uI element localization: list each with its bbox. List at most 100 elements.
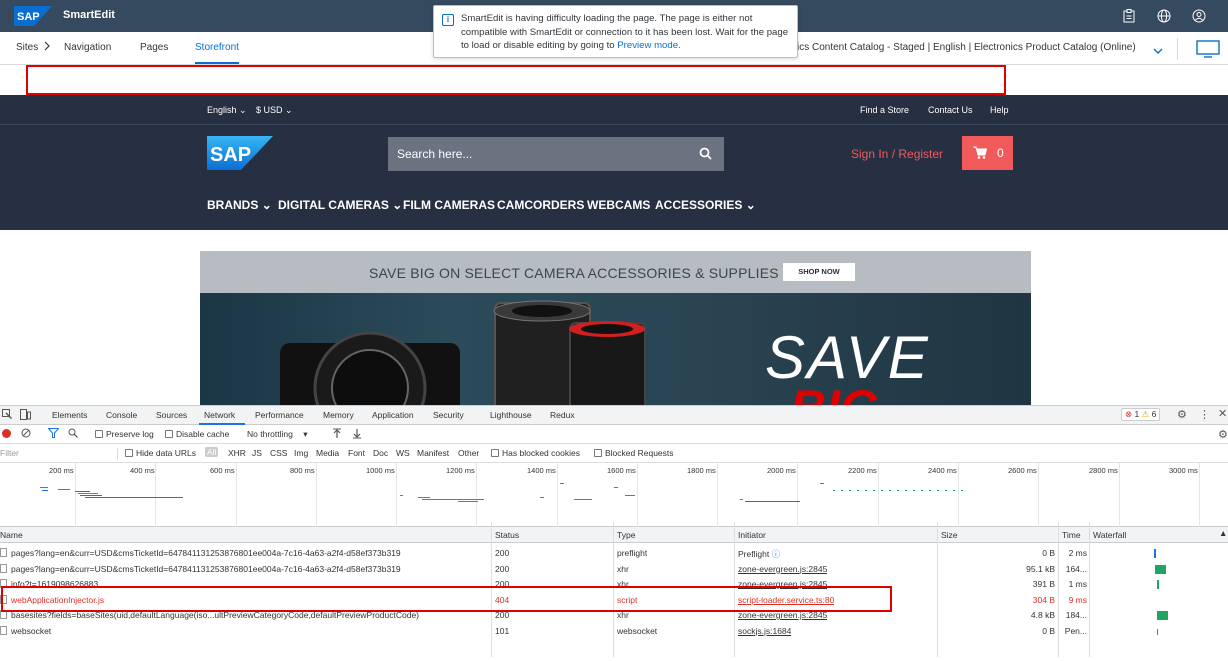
sap-logo-icon[interactable]: SAP xyxy=(14,6,52,26)
checkbox-icon xyxy=(125,449,133,457)
table-row[interactable]: pages?lang=en&curr=USD&cmsTicketId=64784… xyxy=(0,562,1228,578)
column-header-status[interactable]: Status xyxy=(495,530,519,540)
filter-type-all[interactable]: All xyxy=(205,447,219,457)
timeline-bar xyxy=(85,497,183,498)
row-name: websocket xyxy=(0,625,488,636)
timeline-bar xyxy=(614,487,618,488)
filter-type-ws[interactable]: WS xyxy=(396,448,410,458)
category-digital-cameras[interactable]: DIGITAL CAMERAS ⌄ xyxy=(278,198,402,212)
timeline-bar xyxy=(574,499,592,500)
chevron-down-icon: ⌄ xyxy=(392,198,403,212)
inspect-element-icon[interactable] xyxy=(2,409,12,421)
promo-banner-image[interactable]: SAVE BIG xyxy=(200,293,1031,405)
currency-selector[interactable]: $ USD ⌄ xyxy=(256,105,293,116)
filter-type-img[interactable]: Img xyxy=(294,448,308,458)
column-header-type[interactable]: Type xyxy=(617,530,635,540)
cart-button[interactable]: 0 xyxy=(962,136,1013,170)
devtools-tab-console[interactable]: Console xyxy=(106,410,137,420)
table-row[interactable]: pages?lang=en&curr=USD&cmsTicketId=64784… xyxy=(0,546,1228,562)
contact-us-link[interactable]: Contact Us xyxy=(928,105,973,115)
search-icon[interactable] xyxy=(68,428,78,440)
devtools-tab-memory[interactable]: Memory xyxy=(323,410,354,420)
devtools-tab-security[interactable]: Security xyxy=(433,410,464,420)
network-timeline-overview[interactable]: 200 ms 400 ms 600 ms 800 ms 1000 ms 1200… xyxy=(0,463,1228,527)
category-webcams[interactable]: WEBCAMS xyxy=(587,198,650,212)
close-icon[interactable]: ✕ xyxy=(1218,407,1227,420)
filter-type-manifest[interactable]: Manifest xyxy=(417,448,449,458)
preserve-log-checkbox[interactable]: Preserve log xyxy=(95,429,154,439)
desktop-device-icon[interactable] xyxy=(1196,40,1220,63)
filter-type-doc[interactable]: Doc xyxy=(373,448,388,458)
throttling-select[interactable]: No throttling ▾ xyxy=(247,429,308,440)
preview-mode-link[interactable]: Preview mode. xyxy=(617,40,680,51)
devtools-tab-performance[interactable]: Performance xyxy=(255,410,304,420)
column-header-initiator[interactable]: Initiator xyxy=(738,530,766,540)
tab-navigation[interactable]: Navigation xyxy=(64,42,111,53)
row-initiator[interactable]: sockjs.js:1684 xyxy=(738,626,791,636)
devtools-tab-lighthouse[interactable]: Lighthouse xyxy=(490,410,532,420)
preflight-info-icon[interactable]: ⓘ xyxy=(772,549,781,559)
row-status: 101 xyxy=(495,625,510,636)
breadcrumb-sites[interactable]: Sites xyxy=(16,42,38,53)
signin-register-link[interactable]: Sign In / Register xyxy=(851,147,943,161)
column-header-size[interactable]: Size xyxy=(941,530,958,540)
column-header-name[interactable]: Name xyxy=(0,530,23,540)
devtools-tab-application[interactable]: Application xyxy=(372,410,414,420)
filter-type-font[interactable]: Font xyxy=(348,448,365,458)
disable-cache-checkbox[interactable]: Disable cache xyxy=(165,429,229,439)
chevron-down-icon[interactable] xyxy=(1152,42,1164,60)
timeline-gridline xyxy=(637,463,638,527)
camera-lenses-image xyxy=(280,300,646,405)
clear-icon[interactable] xyxy=(21,428,31,440)
column-header-time[interactable]: Time xyxy=(1062,530,1081,540)
filter-type-css[interactable]: CSS xyxy=(270,448,287,458)
timeline-tick-label: 1800 ms xyxy=(687,466,716,475)
row-initiator[interactable]: zone-evergreen.js:2845 xyxy=(738,564,827,574)
timeline-bar xyxy=(458,501,478,502)
device-toolbar-icon[interactable] xyxy=(20,409,31,422)
catalog-version-selector[interactable]: ics Content Catalog - Staged | English |… xyxy=(797,42,1136,53)
filter-input[interactable]: Filter xyxy=(0,448,118,460)
filter-type-other[interactable]: Other xyxy=(458,448,479,458)
globe-icon[interactable] xyxy=(1155,7,1173,25)
hide-data-urls-checkbox[interactable]: Hide data URLs xyxy=(125,448,196,458)
user-icon[interactable] xyxy=(1190,7,1208,25)
category-brands[interactable]: BRANDS ⌄ xyxy=(207,198,272,212)
filter-funnel-icon[interactable] xyxy=(47,428,60,440)
issues-counter[interactable]: ⊗ 1 ⚠ 6 xyxy=(1121,408,1161,421)
devtools-tab-redux[interactable]: Redux xyxy=(550,410,575,420)
language-selector[interactable]: English ⌄ xyxy=(207,105,247,116)
column-header-waterfall[interactable]: Waterfall xyxy=(1093,530,1126,540)
network-settings-gear-icon[interactable]: ⚙ xyxy=(1218,428,1228,441)
filter-type-js[interactable]: JS xyxy=(252,448,262,458)
row-status: 200 xyxy=(495,548,510,558)
import-har-icon[interactable] xyxy=(332,428,342,441)
devtools-tab-sources[interactable]: Sources xyxy=(156,410,187,420)
promo-banner-strip[interactable]: SAVE BIG ON SELECT CAMERA ACCESSORIES & … xyxy=(200,251,1031,293)
export-har-icon[interactable] xyxy=(352,428,362,441)
storefront-search-input[interactable]: Search here... xyxy=(388,137,724,171)
tab-storefront[interactable]: Storefront xyxy=(195,42,239,53)
storefront-sap-logo-icon[interactable]: SAP xyxy=(207,136,273,170)
tab-pages[interactable]: Pages xyxy=(140,42,168,53)
devtools-tab-network[interactable]: Network xyxy=(204,410,235,420)
filter-type-media[interactable]: Media xyxy=(316,448,339,458)
more-options-icon[interactable]: ⋮ xyxy=(1199,408,1210,421)
shop-now-button[interactable]: SHOP NOW xyxy=(783,263,855,281)
category-film-cameras[interactable]: FILM CAMERAS xyxy=(403,198,495,212)
timeline-bar xyxy=(625,495,635,496)
table-row[interactable]: websocket 101 websocket sockjs.js:1684 0… xyxy=(0,624,1228,640)
filter-type-xhr[interactable]: XHR xyxy=(228,448,246,458)
settings-gear-icon[interactable]: ⚙ xyxy=(1177,408,1187,421)
record-icon[interactable] xyxy=(2,429,11,438)
category-camcorders[interactable]: CAMCORDERS xyxy=(497,198,584,212)
has-blocked-cookies-checkbox[interactable]: Has blocked cookies xyxy=(491,448,580,458)
help-link[interactable]: Help xyxy=(990,105,1009,115)
category-accessories[interactable]: ACCESSORIES ⌄ xyxy=(655,198,756,212)
find-store-link[interactable]: Find a Store xyxy=(860,105,909,115)
row-status: 200 xyxy=(495,563,510,574)
devtools-tab-elements[interactable]: Elements xyxy=(52,410,87,420)
search-icon[interactable] xyxy=(699,147,712,165)
blocked-requests-checkbox[interactable]: Blocked Requests xyxy=(594,448,674,458)
clipboard-icon[interactable] xyxy=(1120,7,1138,25)
